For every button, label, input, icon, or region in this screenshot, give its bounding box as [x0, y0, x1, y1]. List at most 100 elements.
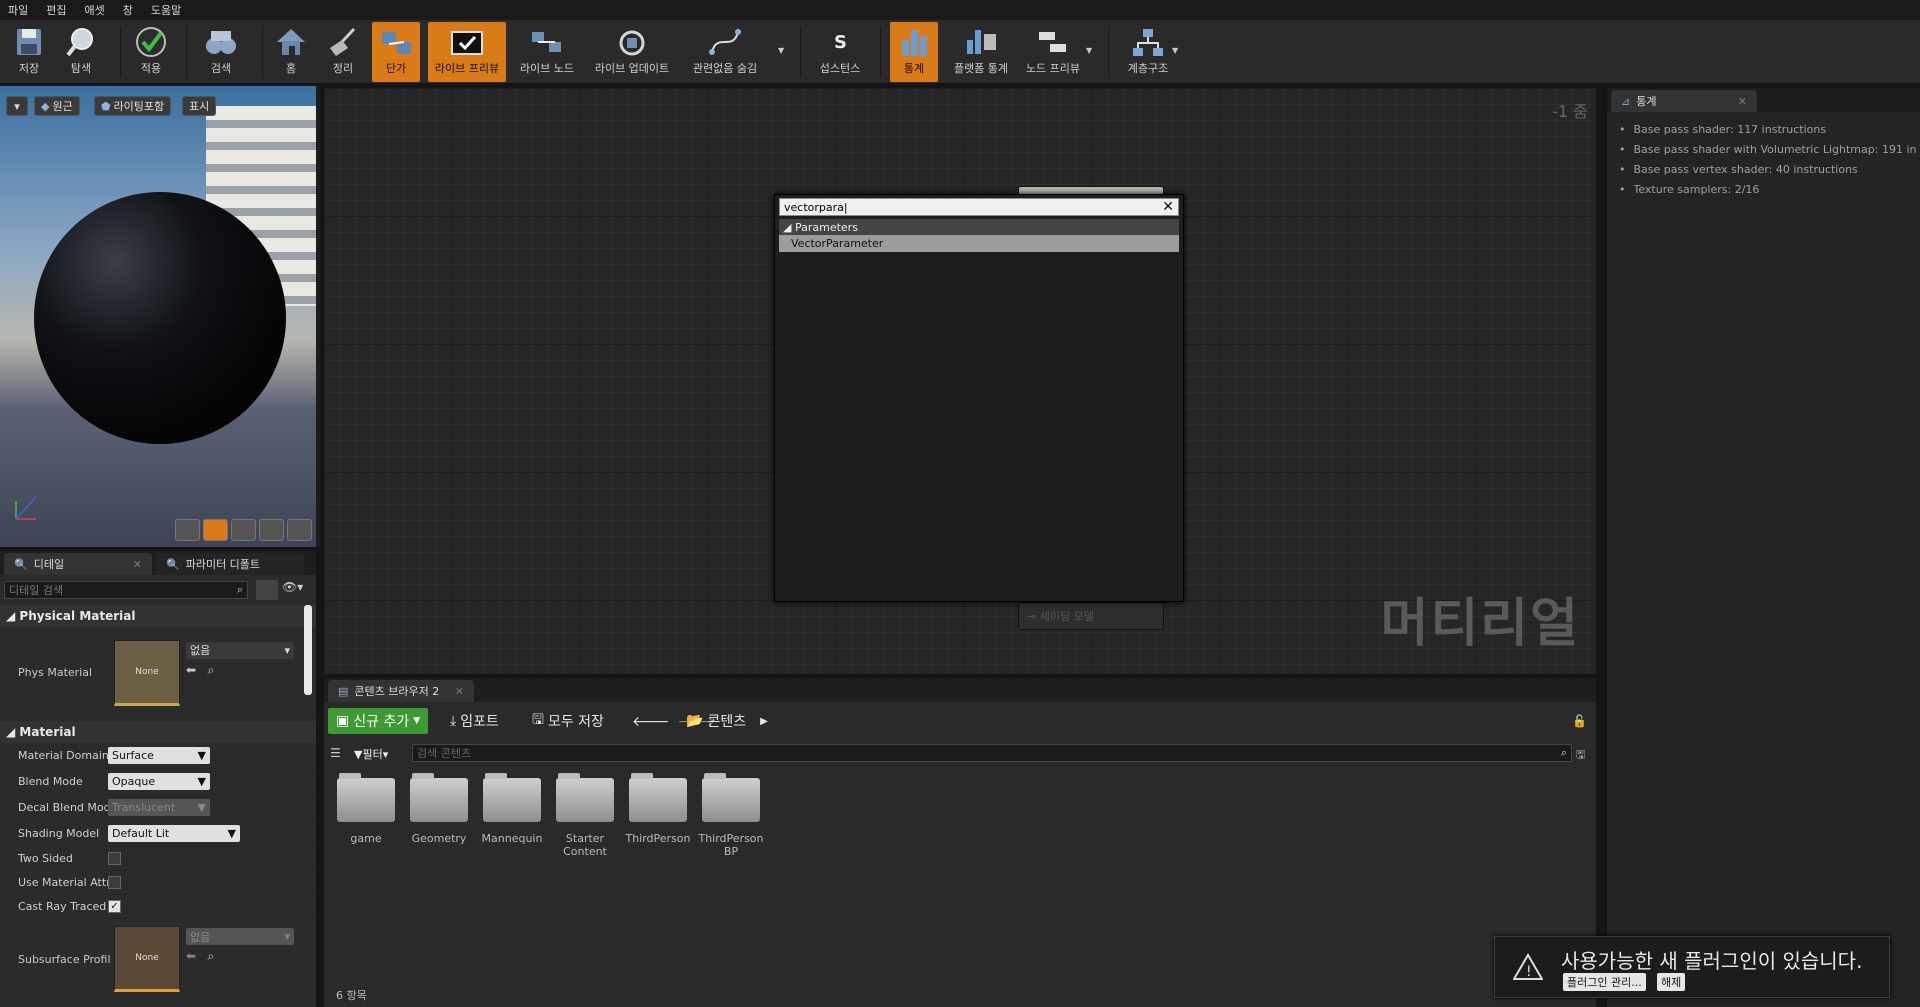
save-icon — [6, 22, 52, 62]
menu-asset[interactable]: 애셋 — [85, 2, 105, 18]
close-icon[interactable]: ✕ — [133, 558, 142, 571]
lit-button[interactable]: ⬟ 라이팅포함 — [94, 96, 172, 116]
stats-button[interactable]: 통계 — [890, 22, 938, 82]
lock-icon[interactable]: 🔓 — [1572, 708, 1587, 734]
hide-unrelated-button[interactable]: 관련없음 숨김 — [686, 22, 764, 82]
preview-sphere — [34, 192, 286, 444]
two-sided-label: Two Sided — [18, 852, 73, 865]
graph-node-shading-model[interactable]: ⊸ 셰이딩 모델 — [1018, 602, 1164, 630]
search-button[interactable]: 검색 — [196, 22, 246, 82]
show-button[interactable]: 표시 — [182, 96, 217, 116]
magnifier-icon: 🔍 — [166, 557, 180, 571]
viewport-options-button[interactable]: ▾ — [6, 96, 28, 116]
add-new-button[interactable]: ▣ 신규 추가 ▼ — [328, 708, 429, 734]
menu-file[interactable]: 파일 — [8, 2, 28, 18]
menu-window[interactable]: 창 — [123, 2, 133, 18]
pin-icon: ⊸ — [1027, 609, 1040, 623]
chevron-down-icon[interactable]: ▼ — [1172, 46, 1178, 55]
folder-icon — [556, 773, 614, 822]
sources-toggle-icon[interactable]: ☰ — [330, 746, 341, 760]
details-search-input[interactable]: 디테일 검색 ⌕ — [4, 581, 248, 599]
material-domain-dropdown[interactable]: Surface ▼ — [108, 747, 210, 764]
browse-button[interactable]: 탐색 — [56, 22, 106, 82]
path-breadcrumb[interactable]: 📂 콘텐츠 ▶ — [686, 708, 768, 734]
save-search-icon[interactable]: 🖫 — [1576, 746, 1585, 765]
save-all-button[interactable]: 🖫 모두 저장 — [532, 708, 604, 734]
cylinder-shape-icon[interactable] — [175, 519, 200, 541]
mesh-shape-icon[interactable] — [287, 519, 312, 541]
chevron-down-icon[interactable]: ▼ — [778, 46, 784, 55]
apply-button[interactable]: 적용 — [126, 22, 176, 82]
phys-material-thumbnail[interactable]: None — [114, 639, 180, 706]
platform-stats-button[interactable]: 플랫폼 통계 — [944, 22, 1018, 82]
popup-item-vectorparameter[interactable]: VectorParameter — [779, 235, 1179, 252]
svg-text:!: ! — [1526, 964, 1532, 980]
curve-nodes-icon — [702, 22, 748, 62]
phys-material-picker[interactable]: 없음 ▾ — [186, 641, 294, 659]
use-material-attributes-checkbox[interactable] — [108, 876, 121, 889]
category-physical-material[interactable]: ◢ Physical Material — [0, 605, 316, 627]
stats-unit-button[interactable]: 단가 — [372, 22, 420, 82]
live-nodes-button[interactable]: 라이브 노드 — [512, 22, 582, 82]
popup-category-parameters[interactable]: ◢ Parameters — [779, 219, 1179, 235]
cleanup-button[interactable]: 정리 — [318, 22, 368, 82]
tab-details[interactable]: 🔍 디테일 ✕ — [4, 553, 152, 575]
details-scrollbar[interactable] — [304, 605, 312, 695]
material-preview-viewport[interactable]: ▾ ◆ 원근 ⬟ 라이팅포함 표시 — [0, 86, 320, 547]
warning-icon: ! — [1513, 953, 1543, 980]
folder-item[interactable]: ThirdPerson BP — [695, 773, 767, 858]
tab-content-browser[interactable]: ▤ 콘텐츠 브라우저 2 ✕ — [328, 680, 474, 702]
folder-item[interactable]: Geometry — [403, 773, 475, 845]
folder-item[interactable]: Mannequin — [476, 773, 548, 845]
node-preview-button[interactable]: 노드 프리뷰 — [1022, 22, 1084, 82]
folder-icon — [410, 773, 468, 822]
plane-shape-icon[interactable] — [231, 519, 256, 541]
browse-magnifier-icon[interactable]: ⌕ — [208, 663, 215, 677]
eye-icon[interactable]: 👁▾ — [282, 580, 310, 600]
dismiss-button[interactable]: 해제 — [1657, 973, 1686, 991]
material-watermark: 머티리얼 — [1380, 594, 1580, 654]
two-sided-checkbox[interactable] — [108, 852, 121, 865]
substance-button[interactable]: S 섭스턴스 — [814, 22, 866, 82]
tab-stats[interactable]: ⊿ 통계 ✕ — [1611, 90, 1757, 112]
sphere-shape-icon[interactable] — [203, 519, 228, 541]
import-button[interactable]: ⤓ 임포트 — [450, 708, 499, 734]
hierarchy-button[interactable]: 계층구조 — [1122, 22, 1174, 82]
blend-mode-dropdown[interactable]: Opaque ▼ — [108, 773, 210, 790]
cube-shape-icon[interactable] — [259, 519, 284, 541]
browse-magnifier-icon[interactable]: ⌕ — [208, 949, 215, 963]
zoom-level: -1 줌 — [1552, 102, 1588, 121]
shading-model-dropdown[interactable]: Default Lit ▼ — [108, 825, 240, 842]
folder-item[interactable]: game — [330, 773, 402, 845]
filter-button[interactable]: ▼필터▾ — [354, 746, 388, 762]
perspective-button[interactable]: ◆ 원근 — [34, 96, 80, 116]
close-icon[interactable]: ✕ — [1162, 199, 1174, 215]
back-arrow-icon[interactable]: 🡐 — [632, 713, 670, 730]
tab-parameter-defaults[interactable]: 🔍 파라미터 디폴트 — [156, 553, 304, 575]
category-material[interactable]: ◢ Material — [0, 721, 316, 743]
save-button[interactable]: 저장 — [4, 22, 54, 82]
save-icon: 🖫 — [532, 712, 544, 728]
chevron-down-icon[interactable]: ▼ — [1086, 46, 1092, 55]
cast-ray-traced-checkbox[interactable]: ✓ — [108, 900, 121, 913]
node-search-input[interactable]: vectorpara | ✕ — [779, 198, 1179, 216]
folder-icon — [337, 773, 395, 822]
menu-help[interactable]: 도움말 — [151, 2, 181, 18]
menu-edit[interactable]: 편집 — [46, 2, 66, 18]
perspective-icon: ◆ — [41, 99, 50, 113]
chevron-down-icon: ▼ — [197, 801, 206, 814]
live-update-button[interactable]: 라이브 업데이트 — [588, 22, 676, 82]
use-selected-arrow-icon[interactable]: ⬅ — [186, 663, 196, 677]
close-icon[interactable]: ✕ — [1738, 95, 1747, 108]
subsurface-profile-thumbnail[interactable]: None — [114, 926, 180, 992]
content-search-input[interactable]: 검색 콘텐츠 ⌕ — [412, 744, 1572, 762]
manage-plugins-button[interactable]: 플러그인 관리... — [1563, 973, 1646, 991]
notification-text: 사용가능한 새 플러그인이 있습니다. — [1561, 949, 1863, 973]
folder-item[interactable]: ThirdPerson — [622, 773, 694, 845]
magnifier-icon: 🔍 — [14, 557, 28, 571]
live-preview-button[interactable]: 라이브 프리뷰 — [428, 22, 506, 82]
grid-view-icon[interactable] — [256, 580, 278, 600]
close-icon[interactable]: ✕ — [455, 685, 464, 698]
home-button[interactable]: 홈 — [266, 22, 316, 82]
folder-item[interactable]: Starter Content — [549, 773, 621, 858]
